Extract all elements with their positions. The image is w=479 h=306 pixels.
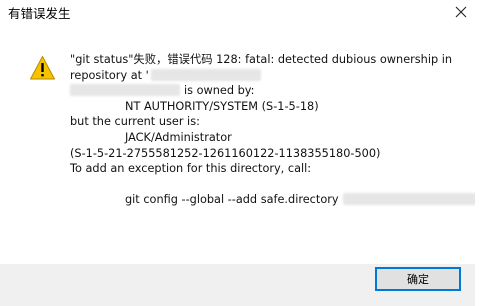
message-line: but the current user is: — [70, 115, 200, 129]
message-line: is owned by: — [70, 83, 479, 99]
window-title: 有错误发生 — [8, 6, 71, 21]
message-spacer — [70, 177, 479, 193]
redacted-path — [70, 84, 180, 97]
message-line: NT AUTHORITY/SYSTEM (S-1-5-18) — [125, 99, 319, 113]
dialog-content: "git status"失败，错误代码 128: fatal: detected… — [0, 24, 479, 264]
message-line: JACK/Administrator — [125, 130, 232, 144]
warning-icon — [30, 56, 55, 80]
redacted-path — [150, 68, 261, 81]
error-message: "git status"失败，错误代码 128: fatal: detected… — [70, 52, 479, 208]
ok-button[interactable]: 确定 — [375, 267, 461, 291]
message-line: (S-1-5-21-2755581252-1261160122-11383551… — [70, 146, 381, 160]
message-line: "git status"失败，错误代码 128: fatal: detected… — [70, 53, 453, 66]
message-line: repository at ' — [70, 68, 479, 84]
title-bar: 有错误发生 — [0, 0, 479, 24]
error-dialog: 有错误发生 "git status"失败，错误代码 128: fatal: de… — [0, 0, 479, 306]
close-button[interactable] — [443, 0, 479, 24]
redacted-path — [342, 193, 479, 206]
window-edge — [475, 0, 479, 306]
message-line: git config --global --add safe.directory — [70, 192, 479, 208]
close-icon — [455, 6, 467, 18]
message-line: To add an exception for this directory, … — [70, 162, 312, 176]
